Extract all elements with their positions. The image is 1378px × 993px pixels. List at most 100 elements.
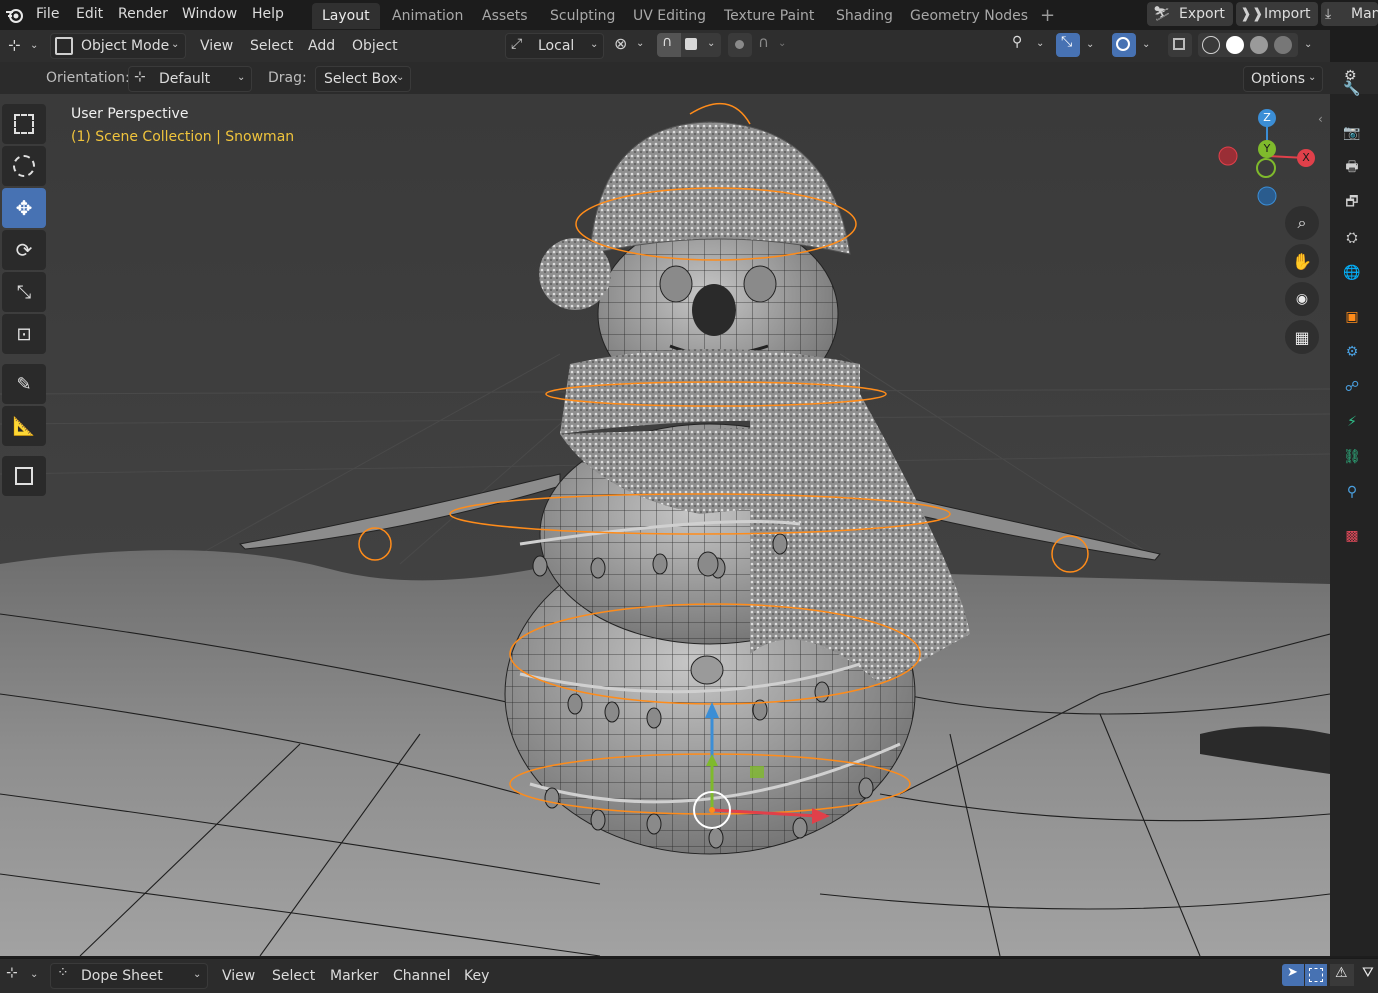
scale-icon[interactable]: ⤡ xyxy=(2,272,46,312)
dope-sheet-header: ⊹ ⌄ ⁘ Dope Sheet ⌄ View Select Marker Ch… xyxy=(0,958,1378,993)
xray-icon xyxy=(1173,38,1185,50)
zoom-icon[interactable]: ⌕ xyxy=(1285,206,1319,240)
physics-icon[interactable]: ⚡ xyxy=(1339,409,1365,435)
options-dropdown[interactable]: Options ⌄ xyxy=(1243,66,1323,92)
cursor-icon[interactable] xyxy=(2,146,46,186)
object-icon[interactable]: ▣ xyxy=(1339,304,1365,330)
axis-y-button[interactable]: Y xyxy=(1258,140,1276,158)
menu-file[interactable]: File xyxy=(30,0,65,30)
menu-key[interactable]: Key xyxy=(464,964,489,988)
tab-layout[interactable]: Layout xyxy=(312,3,380,29)
only-selected-toggle[interactable]: ➤ xyxy=(1282,964,1304,986)
tab-sculpting[interactable]: Sculpting xyxy=(540,3,625,29)
export-button[interactable]: ⛷ Export xyxy=(1147,2,1233,26)
proportional-edit-icon xyxy=(735,40,744,49)
annotate-icon[interactable]: ✎ xyxy=(2,364,46,404)
show-hidden-toggle[interactable] xyxy=(1305,964,1327,986)
menu-render[interactable]: Render xyxy=(112,0,174,30)
only-errors-toggle[interactable]: ⚠ xyxy=(1330,964,1354,986)
proportional-edit-toggle[interactable] xyxy=(728,33,752,57)
scene-icon[interactable]: ⛭ xyxy=(1339,225,1365,251)
gizmo-options-chevron-icon[interactable]: ⌄ xyxy=(1086,39,1094,50)
tab-texture-paint[interactable]: Texture Paint xyxy=(714,3,824,29)
menu-view[interactable]: View xyxy=(222,964,255,988)
axis-neg-y-button[interactable] xyxy=(1256,158,1276,178)
transform-orientation-dropdown[interactable]: ⤢ Local ⌄ xyxy=(505,33,604,59)
particles-icon[interactable]: ☍ xyxy=(1339,374,1365,400)
blender-logo-icon[interactable] xyxy=(4,4,26,26)
measure-icon[interactable]: 📐 xyxy=(2,406,46,446)
menu-help[interactable]: Help xyxy=(246,0,290,30)
overlays-options-chevron-icon[interactable]: ⌄ xyxy=(1142,39,1150,50)
dope-sheet-mode-dropdown[interactable]: ⁘ Dope Sheet ⌄ xyxy=(50,963,208,989)
xray-toggle[interactable] xyxy=(1168,33,1192,57)
transform-icon[interactable]: ⊡ xyxy=(2,314,46,354)
import-button[interactable]: ❱❱ Import xyxy=(1236,2,1318,26)
menu-channel[interactable]: Channel xyxy=(393,964,450,988)
wireframe-shading-icon[interactable] xyxy=(1202,36,1220,54)
proportional-falloff-button[interactable]: ∩ ⌄ xyxy=(756,33,792,57)
navigation-gizmo[interactable]: Z Y X xyxy=(1212,106,1322,206)
data-icon[interactable]: ⚲ xyxy=(1339,479,1365,505)
menu-view[interactable]: View xyxy=(200,34,233,58)
manage-button[interactable]: ⤓ Man xyxy=(1321,2,1378,26)
pivot-point-button[interactable]: ⊗ ⌄ xyxy=(612,34,652,58)
constraints-icon[interactable]: ⛓ xyxy=(1339,444,1365,470)
scene-render xyxy=(0,94,1330,956)
axis-z-button[interactable]: Z xyxy=(1258,109,1276,127)
menu-add[interactable]: Add xyxy=(308,34,335,58)
sidebar-toggle-icon[interactable]: ‹ xyxy=(1318,112,1323,126)
chevron-down-icon: ⌄ xyxy=(171,39,180,50)
solid-shading-icon[interactable] xyxy=(1226,36,1244,54)
orientation-dropdown[interactable]: ⊹ Default ⌄ xyxy=(128,66,252,92)
modifier-icon[interactable]: ⚙ xyxy=(1339,339,1365,365)
editor-type-button[interactable]: ⊹ ⌄ xyxy=(6,34,42,58)
tool-icon[interactable]: 🔧 xyxy=(1339,76,1365,102)
rendered-shading-icon[interactable] xyxy=(1274,36,1292,54)
tab-shading[interactable]: Shading xyxy=(826,3,903,29)
object-visibility-button[interactable]: ⚲ ⌄ xyxy=(1010,34,1050,58)
menu-marker[interactable]: Marker xyxy=(330,964,378,988)
render-icon[interactable]: 📷 xyxy=(1339,120,1365,146)
select-box-icon[interactable] xyxy=(2,104,46,144)
ortho-grid-icon[interactable]: ▦ xyxy=(1285,320,1319,354)
tab-animation[interactable]: Animation xyxy=(382,3,473,29)
axis-x-button[interactable]: X xyxy=(1297,149,1315,167)
camera-icon[interactable]: ◉ xyxy=(1285,282,1319,316)
menu-select[interactable]: Select xyxy=(272,964,315,988)
texture-icon[interactable]: ▩ xyxy=(1339,523,1365,549)
material-preview-icon[interactable] xyxy=(1250,36,1268,54)
add-workspace-button[interactable]: + xyxy=(1030,3,1065,29)
editor-type-button[interactable]: ⊹ ⌄ xyxy=(6,965,42,987)
world-icon[interactable]: 🌐 xyxy=(1339,260,1365,286)
rotate-icon[interactable]: ⟳ xyxy=(2,230,46,270)
snap-target-button[interactable]: ⌄ xyxy=(681,33,721,57)
menu-window[interactable]: Window xyxy=(176,0,243,30)
3d-viewport[interactable]: User Perspective (1) Scene Collection | … xyxy=(0,94,1330,956)
menu-object[interactable]: Object xyxy=(352,34,398,58)
mode-dropdown[interactable]: Object Mode ⌄ xyxy=(50,33,186,59)
chevron-down-icon: ⌄ xyxy=(1036,38,1045,49)
tab-uv-editing[interactable]: UV Editing xyxy=(623,3,716,29)
move-icon[interactable]: ✥ xyxy=(2,188,46,228)
hand-pan-icon[interactable]: ✋ xyxy=(1285,244,1319,278)
chevron-down-icon: ⌄ xyxy=(30,40,39,51)
drag-dropdown[interactable]: Select Box ⌄ xyxy=(315,66,411,92)
snap-toggle[interactable]: ∩ xyxy=(657,33,681,57)
tab-assets[interactable]: Assets xyxy=(472,3,538,29)
shading-options-chevron-icon[interactable]: ⌄ xyxy=(1304,39,1312,50)
gizmo-toggle[interactable]: ⤡ xyxy=(1056,33,1080,57)
download-icon: ⤓ xyxy=(1325,6,1332,22)
top-bar: File Edit Render Window Help Layout Anim… xyxy=(0,0,1378,30)
menu-edit[interactable]: Edit xyxy=(70,0,109,30)
overlays-toggle[interactable] xyxy=(1112,33,1136,57)
add-cube-icon[interactable] xyxy=(2,456,46,496)
editor-type-icon: ⊹ xyxy=(6,965,18,981)
mode-label: Object Mode xyxy=(81,38,170,54)
tab-geometry-nodes[interactable]: Geometry Nodes xyxy=(900,3,1038,29)
output-icon[interactable]: 🖶 xyxy=(1339,155,1365,181)
filter-button[interactable]: ⛛ xyxy=(1358,964,1378,986)
menu-select[interactable]: Select xyxy=(250,34,293,58)
chevron-down-icon: ⌄ xyxy=(396,72,405,83)
view-layer-icon[interactable]: 🗗 xyxy=(1339,190,1365,216)
